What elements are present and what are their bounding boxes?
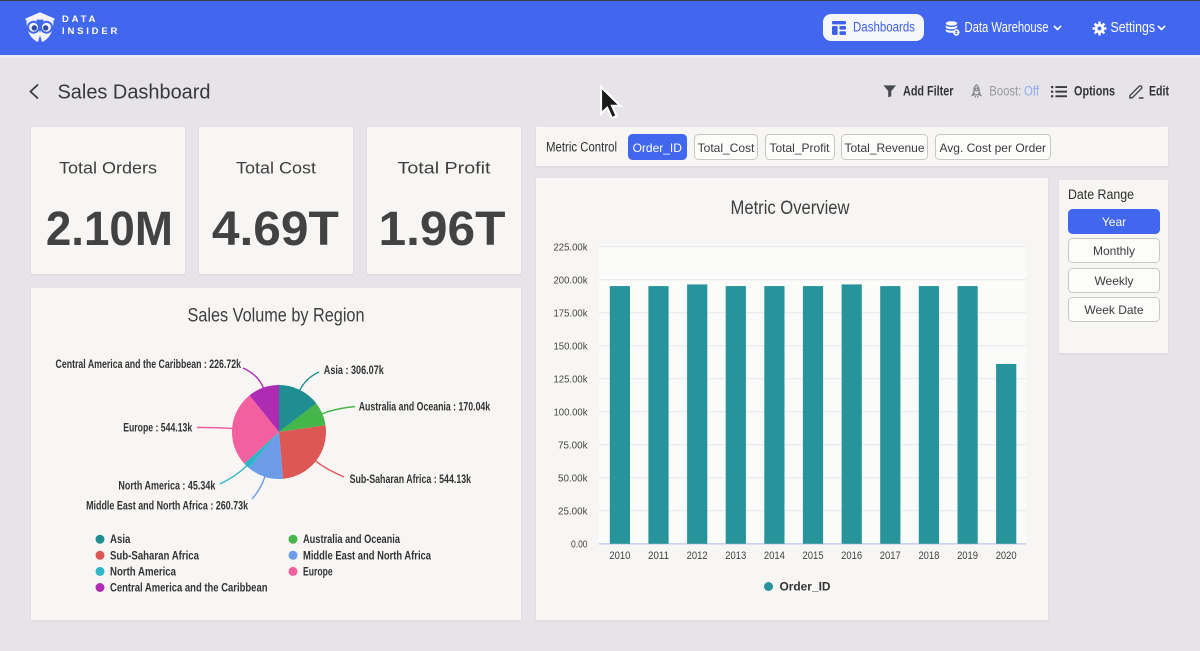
svg-text:Sales Volume by Region: Sales Volume by Region — [188, 306, 365, 327]
svg-text:175.00k: 175.00k — [554, 307, 589, 319]
svg-text:Australia and Oceania: Australia and Oceania — [303, 534, 400, 546]
svg-text:2.10M: 2.10M — [46, 203, 173, 256]
svg-text:50.00k: 50.00k — [558, 472, 588, 484]
svg-text:100.00k: 100.00k — [554, 406, 589, 418]
svg-text:2020: 2020 — [996, 550, 1017, 562]
svg-text:Off: Off — [1024, 84, 1039, 99]
svg-text:Add Filter: Add Filter — [903, 84, 954, 99]
svg-text:Date Range: Date Range — [1068, 187, 1134, 202]
svg-text:Europe : 544.13k: Europe : 544.13k — [123, 422, 192, 434]
svg-text:75.00k: 75.00k — [558, 439, 588, 451]
svg-text:2018: 2018 — [918, 550, 939, 562]
svg-text:Asia : 306.07k: Asia : 306.07k — [324, 365, 384, 377]
svg-text:125.00k: 125.00k — [554, 373, 589, 385]
svg-text:Dashboards: Dashboards — [853, 19, 915, 34]
svg-text:Total Orders: Total Orders — [59, 159, 157, 178]
svg-text:Middle East and North Africa: Middle East and North Africa — [303, 550, 431, 562]
svg-text:2010: 2010 — [609, 550, 630, 562]
svg-text:Europe: Europe — [303, 566, 333, 578]
svg-text:Metric Control: Metric Control — [546, 140, 617, 155]
svg-text:25.00k: 25.00k — [558, 505, 588, 517]
svg-text:Central America and the Caribb: Central America and the Caribbean — [110, 583, 268, 595]
svg-text:2013: 2013 — [725, 550, 746, 562]
svg-text:Order_ID: Order_ID — [780, 582, 831, 594]
svg-text:North America : 45.34k: North America : 45.34k — [118, 480, 215, 492]
svg-text:Total Cost: Total Cost — [236, 159, 316, 178]
svg-text:Asia: Asia — [110, 534, 131, 546]
svg-text:Edit: Edit — [1149, 84, 1169, 99]
svg-text:225.00k: 225.00k — [554, 241, 589, 253]
svg-text:Data Warehouse: Data Warehouse — [965, 20, 1049, 36]
svg-text:4.69T: 4.69T — [212, 203, 339, 256]
svg-text:Total Profit: Total Profit — [398, 159, 491, 178]
svg-text:Boost:: Boost: — [989, 84, 1021, 99]
svg-text:2019: 2019 — [957, 550, 978, 562]
svg-text:1.96T: 1.96T — [379, 203, 506, 256]
svg-text:2017: 2017 — [880, 550, 901, 562]
svg-text:Metric Overview: Metric Overview — [731, 198, 850, 219]
svg-text:Australia and Oceania : 170.04: Australia and Oceania : 170.04k — [359, 401, 491, 413]
svg-text:2015: 2015 — [803, 550, 824, 562]
svg-text:Sub-Saharan Africa: Sub-Saharan Africa — [110, 550, 200, 562]
svg-text:2014: 2014 — [764, 550, 785, 562]
svg-text:North America: North America — [110, 566, 176, 578]
svg-text:2012: 2012 — [687, 550, 708, 562]
svg-text:150.00k: 150.00k — [554, 340, 589, 352]
svg-text:Options: Options — [1074, 84, 1115, 99]
svg-text:0.00: 0.00 — [571, 538, 588, 550]
svg-text:Central America and the Caribb: Central America and the Caribbean : 226.… — [56, 359, 242, 371]
svg-text:Settings: Settings — [1111, 20, 1156, 36]
svg-text:Middle East and North Africa :: Middle East and North Africa : 260.73k — [86, 500, 248, 512]
svg-text:Sub-Saharan Africa : 544.13k: Sub-Saharan Africa : 544.13k — [350, 474, 472, 486]
svg-text:2016: 2016 — [841, 550, 862, 562]
svg-text:Sales Dashboard: Sales Dashboard — [58, 80, 211, 103]
svg-text:200.00k: 200.00k — [554, 274, 589, 286]
svg-text:2011: 2011 — [648, 550, 669, 562]
